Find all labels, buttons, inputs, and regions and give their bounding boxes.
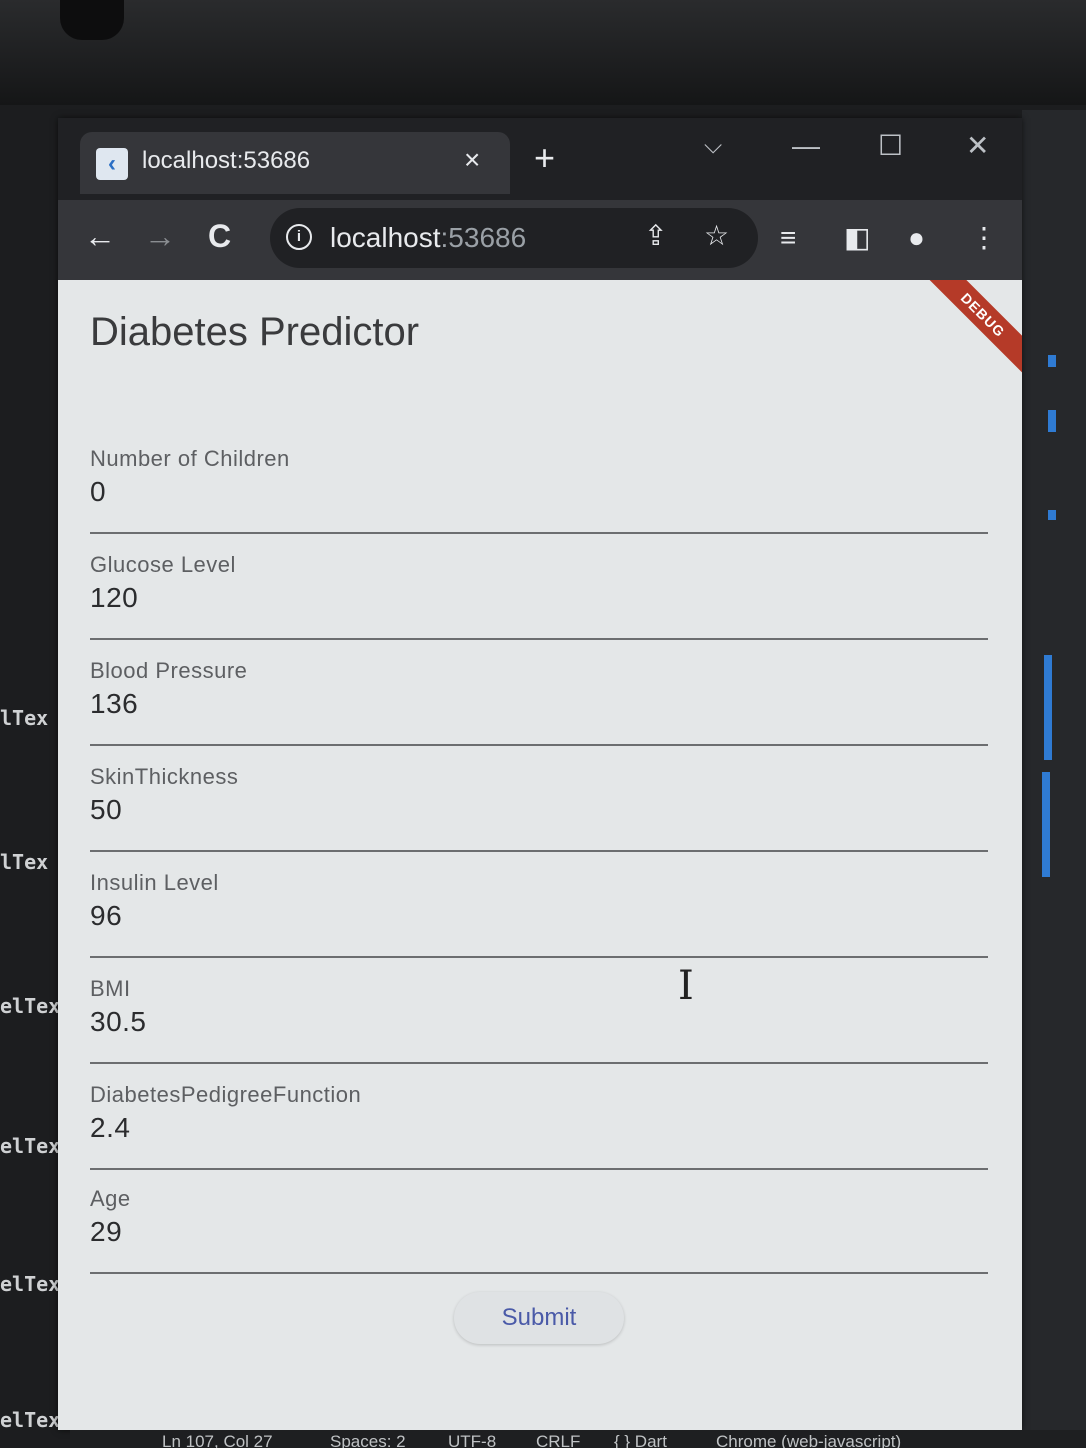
tab-close-icon[interactable]: × — [464, 144, 480, 176]
tab-title: localhost:53686 — [142, 147, 311, 174]
field-underline — [90, 744, 988, 746]
field-underline — [90, 532, 988, 534]
field-label: Number of Children — [90, 446, 290, 471]
text-cursor-icon: I — [678, 963, 694, 1009]
field-value[interactable]: 29 — [90, 1216, 122, 1248]
forward-arrow-icon[interactable]: → — [144, 220, 176, 252]
field-value[interactable]: 2.4 — [90, 1112, 130, 1144]
page-viewport: DEBUG Diabetes Predictor Number of Child… — [58, 280, 1022, 1430]
site-info-icon[interactable]: i — [286, 224, 312, 250]
minimap-mark — [1048, 410, 1056, 432]
laptop-bezel — [0, 0, 1086, 105]
close-window-icon[interactable]: ✕ — [966, 132, 989, 160]
browser-toolbar: ← → C i localhost:53686 ⇪ ☆ ≡ ◧ ● ⋮ — [58, 200, 1022, 280]
maximize-icon[interactable]: ☐ — [878, 132, 903, 160]
reload-icon[interactable]: C — [208, 220, 231, 252]
field-underline — [90, 850, 988, 852]
field-underline — [90, 1272, 988, 1274]
flutter-favicon-icon: ‹ — [96, 148, 128, 180]
field-value[interactable]: 0 — [90, 476, 106, 508]
field-value[interactable]: 50 — [90, 794, 122, 826]
encoding[interactable]: UTF-8 — [448, 1432, 496, 1448]
submit-button[interactable]: Submit — [454, 1292, 624, 1344]
minimize-icon[interactable]: — — [792, 132, 820, 160]
debug-banner: DEBUG — [920, 280, 1022, 378]
url-text: localhost:53686 — [330, 222, 527, 253]
editor-scrollbar[interactable] — [1042, 772, 1050, 877]
age-field[interactable]: Age 29 — [90, 1186, 988, 1286]
field-label: BMI — [90, 976, 131, 1001]
tab-search-chevron-icon[interactable]: ⌵ — [704, 134, 722, 158]
browser-tab[interactable]: ‹ localhost:53686 × — [80, 132, 510, 194]
field-value[interactable]: 136 — [90, 688, 138, 720]
field-underline — [90, 1062, 988, 1064]
address-bar[interactable]: i localhost:53686 ⇪ ☆ — [270, 208, 758, 268]
share-icon[interactable]: ⇪ — [644, 222, 667, 250]
chrome-menu-icon[interactable]: ⋮ — [970, 224, 998, 252]
field-label: Glucose Level — [90, 552, 236, 577]
field-label: Blood Pressure — [90, 658, 248, 683]
blood-pressure-field[interactable]: Blood Pressure 136 — [90, 658, 988, 758]
field-underline — [90, 638, 988, 640]
tab-strip: ‹ localhost:53686 × + ⌵ — ☐ ✕ — [58, 118, 1022, 200]
field-label: Age — [90, 1186, 131, 1211]
browser-window: ‹ localhost:53686 × + ⌵ — ☐ ✕ ← → C i lo… — [58, 118, 1022, 1430]
target-device[interactable]: Chrome (web-javascript) — [716, 1432, 901, 1448]
cursor-position[interactable]: Ln 107, Col 27 — [162, 1432, 273, 1448]
field-value[interactable]: 30.5 — [90, 1006, 147, 1038]
line-ending[interactable]: CRLF — [536, 1432, 580, 1448]
bookmark-star-icon[interactable]: ☆ — [704, 222, 729, 250]
field-value[interactable]: 120 — [90, 582, 138, 614]
page-title: Diabetes Predictor — [90, 310, 420, 354]
pedigree-field[interactable]: DiabetesPedigreeFunction 2.4 — [90, 1082, 988, 1182]
field-underline — [90, 1168, 988, 1170]
language-mode[interactable]: { } Dart — [614, 1432, 667, 1448]
indentation[interactable]: Spaces: 2 — [330, 1432, 406, 1448]
field-label: SkinThickness — [90, 764, 239, 789]
editor-scrollbar[interactable] — [1044, 655, 1052, 760]
insulin-field[interactable]: Insulin Level 96 — [90, 870, 988, 970]
field-underline — [90, 956, 988, 958]
media-controls-icon[interactable]: ≡ — [780, 224, 796, 252]
children-field[interactable]: Number of Children 0 — [90, 446, 988, 546]
glucose-field[interactable]: Glucose Level 120 — [90, 552, 988, 652]
camera-notch — [60, 0, 124, 40]
field-label: Insulin Level — [90, 870, 219, 895]
back-arrow-icon[interactable]: ← — [84, 220, 116, 252]
bmi-field[interactable]: BMI 30.5 — [90, 976, 988, 1076]
editor-status-bar: Ln 107, Col 27 Spaces: 2 UTF-8 CRLF { } … — [70, 1430, 1086, 1448]
profile-icon[interactable]: ● — [908, 224, 925, 252]
new-tab-icon[interactable]: + — [534, 140, 555, 176]
minimap-mark — [1048, 355, 1056, 367]
skin-thickness-field[interactable]: SkinThickness 50 — [90, 764, 988, 864]
editor-minimap — [1022, 110, 1086, 1448]
field-label: DiabetesPedigreeFunction — [90, 1082, 362, 1107]
minimap-mark — [1048, 510, 1056, 520]
field-value[interactable]: 96 — [90, 900, 122, 932]
side-panel-icon[interactable]: ◧ — [844, 224, 870, 252]
